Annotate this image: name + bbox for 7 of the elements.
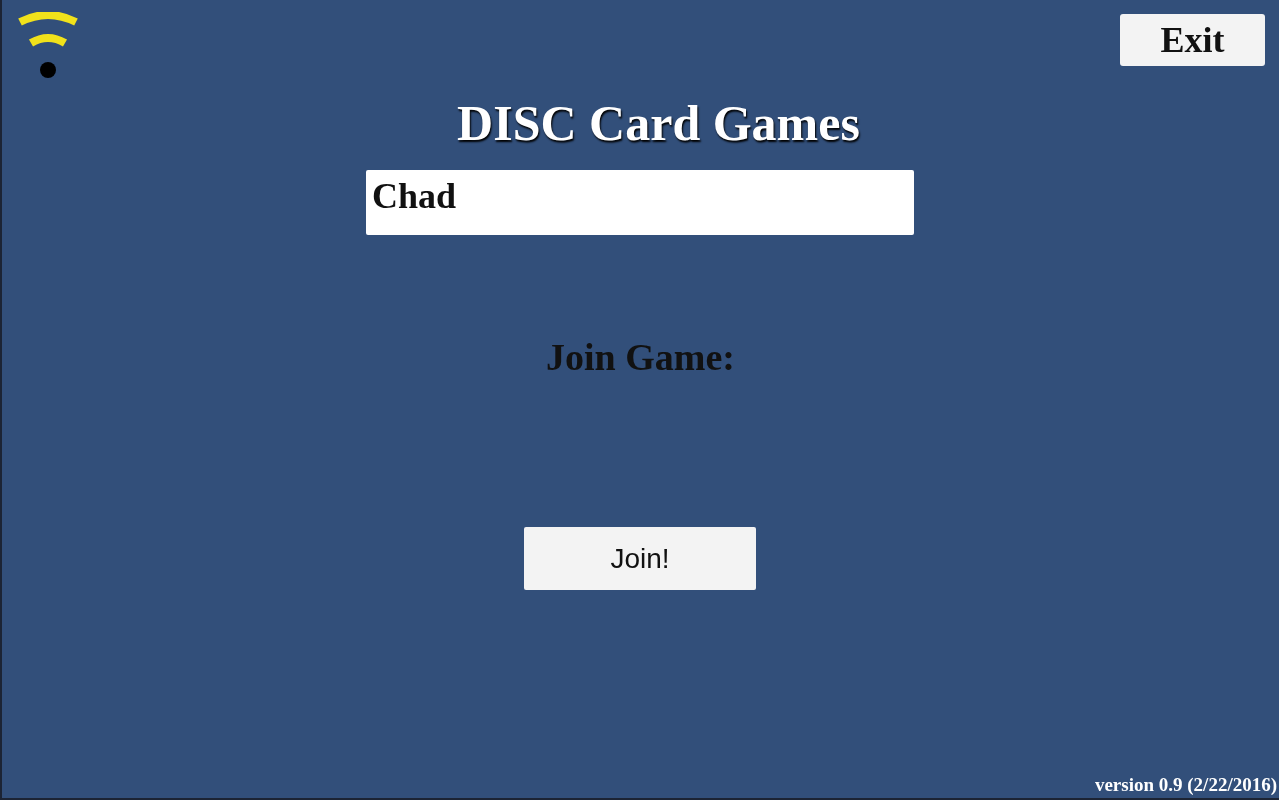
version-text: version 0.9 (2/22/2016) <box>1094 774 1278 797</box>
name-field[interactable]: Chad <box>366 170 914 235</box>
join-game-label: Join Game: <box>545 335 736 379</box>
app-title: DISC Card Games <box>456 94 861 152</box>
exit-button[interactable]: Exit <box>1120 14 1265 66</box>
join-button[interactable]: Join! <box>524 527 756 590</box>
wifi-icon <box>15 12 81 80</box>
